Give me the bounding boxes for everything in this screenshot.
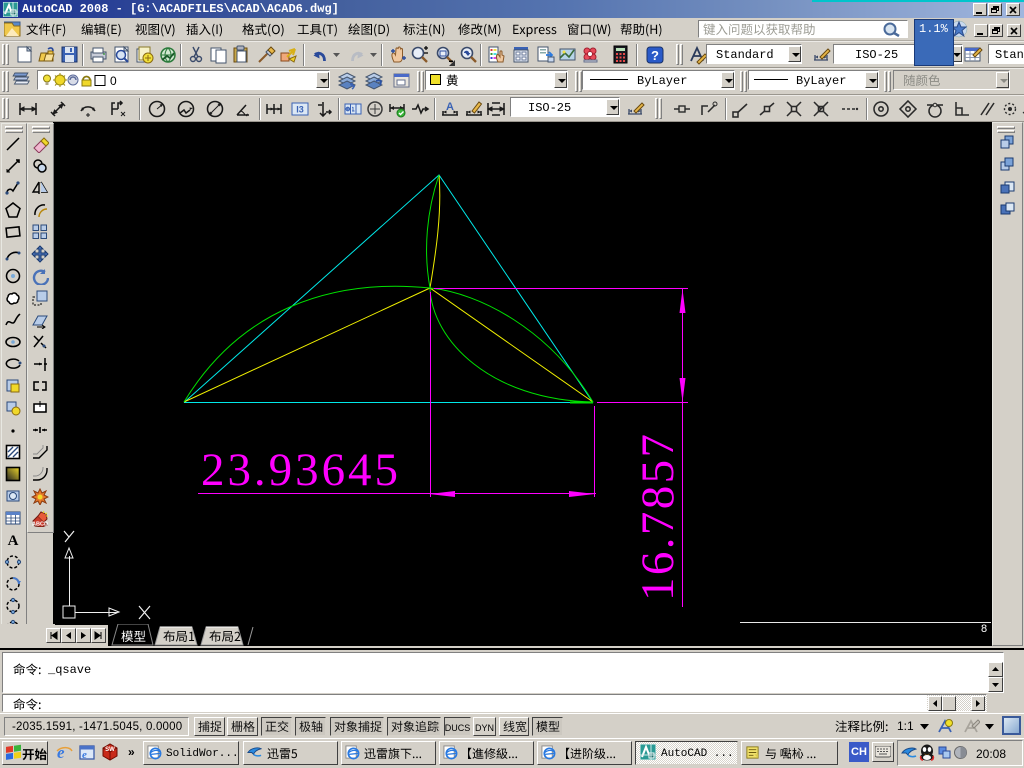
- svg-text:0: 0: [110, 74, 117, 88]
- svg-text:16.7857: 16.7857: [632, 434, 684, 601]
- svg-text:I3: I3: [296, 105, 304, 115]
- svg-text:?: ?: [651, 48, 659, 63]
- svg-text:A: A: [8, 533, 19, 549]
- svg-text:e: e: [82, 749, 87, 761]
- svg-text:e: e: [57, 744, 65, 761]
- svg-text:8: 8: [981, 623, 987, 635]
- svg-text:A: A: [446, 101, 454, 113]
- svg-text:23.93645: 23.93645: [201, 444, 398, 496]
- svg-text:SW: SW: [105, 747, 115, 753]
- svg-text:ABCD: ABCD: [32, 522, 48, 528]
